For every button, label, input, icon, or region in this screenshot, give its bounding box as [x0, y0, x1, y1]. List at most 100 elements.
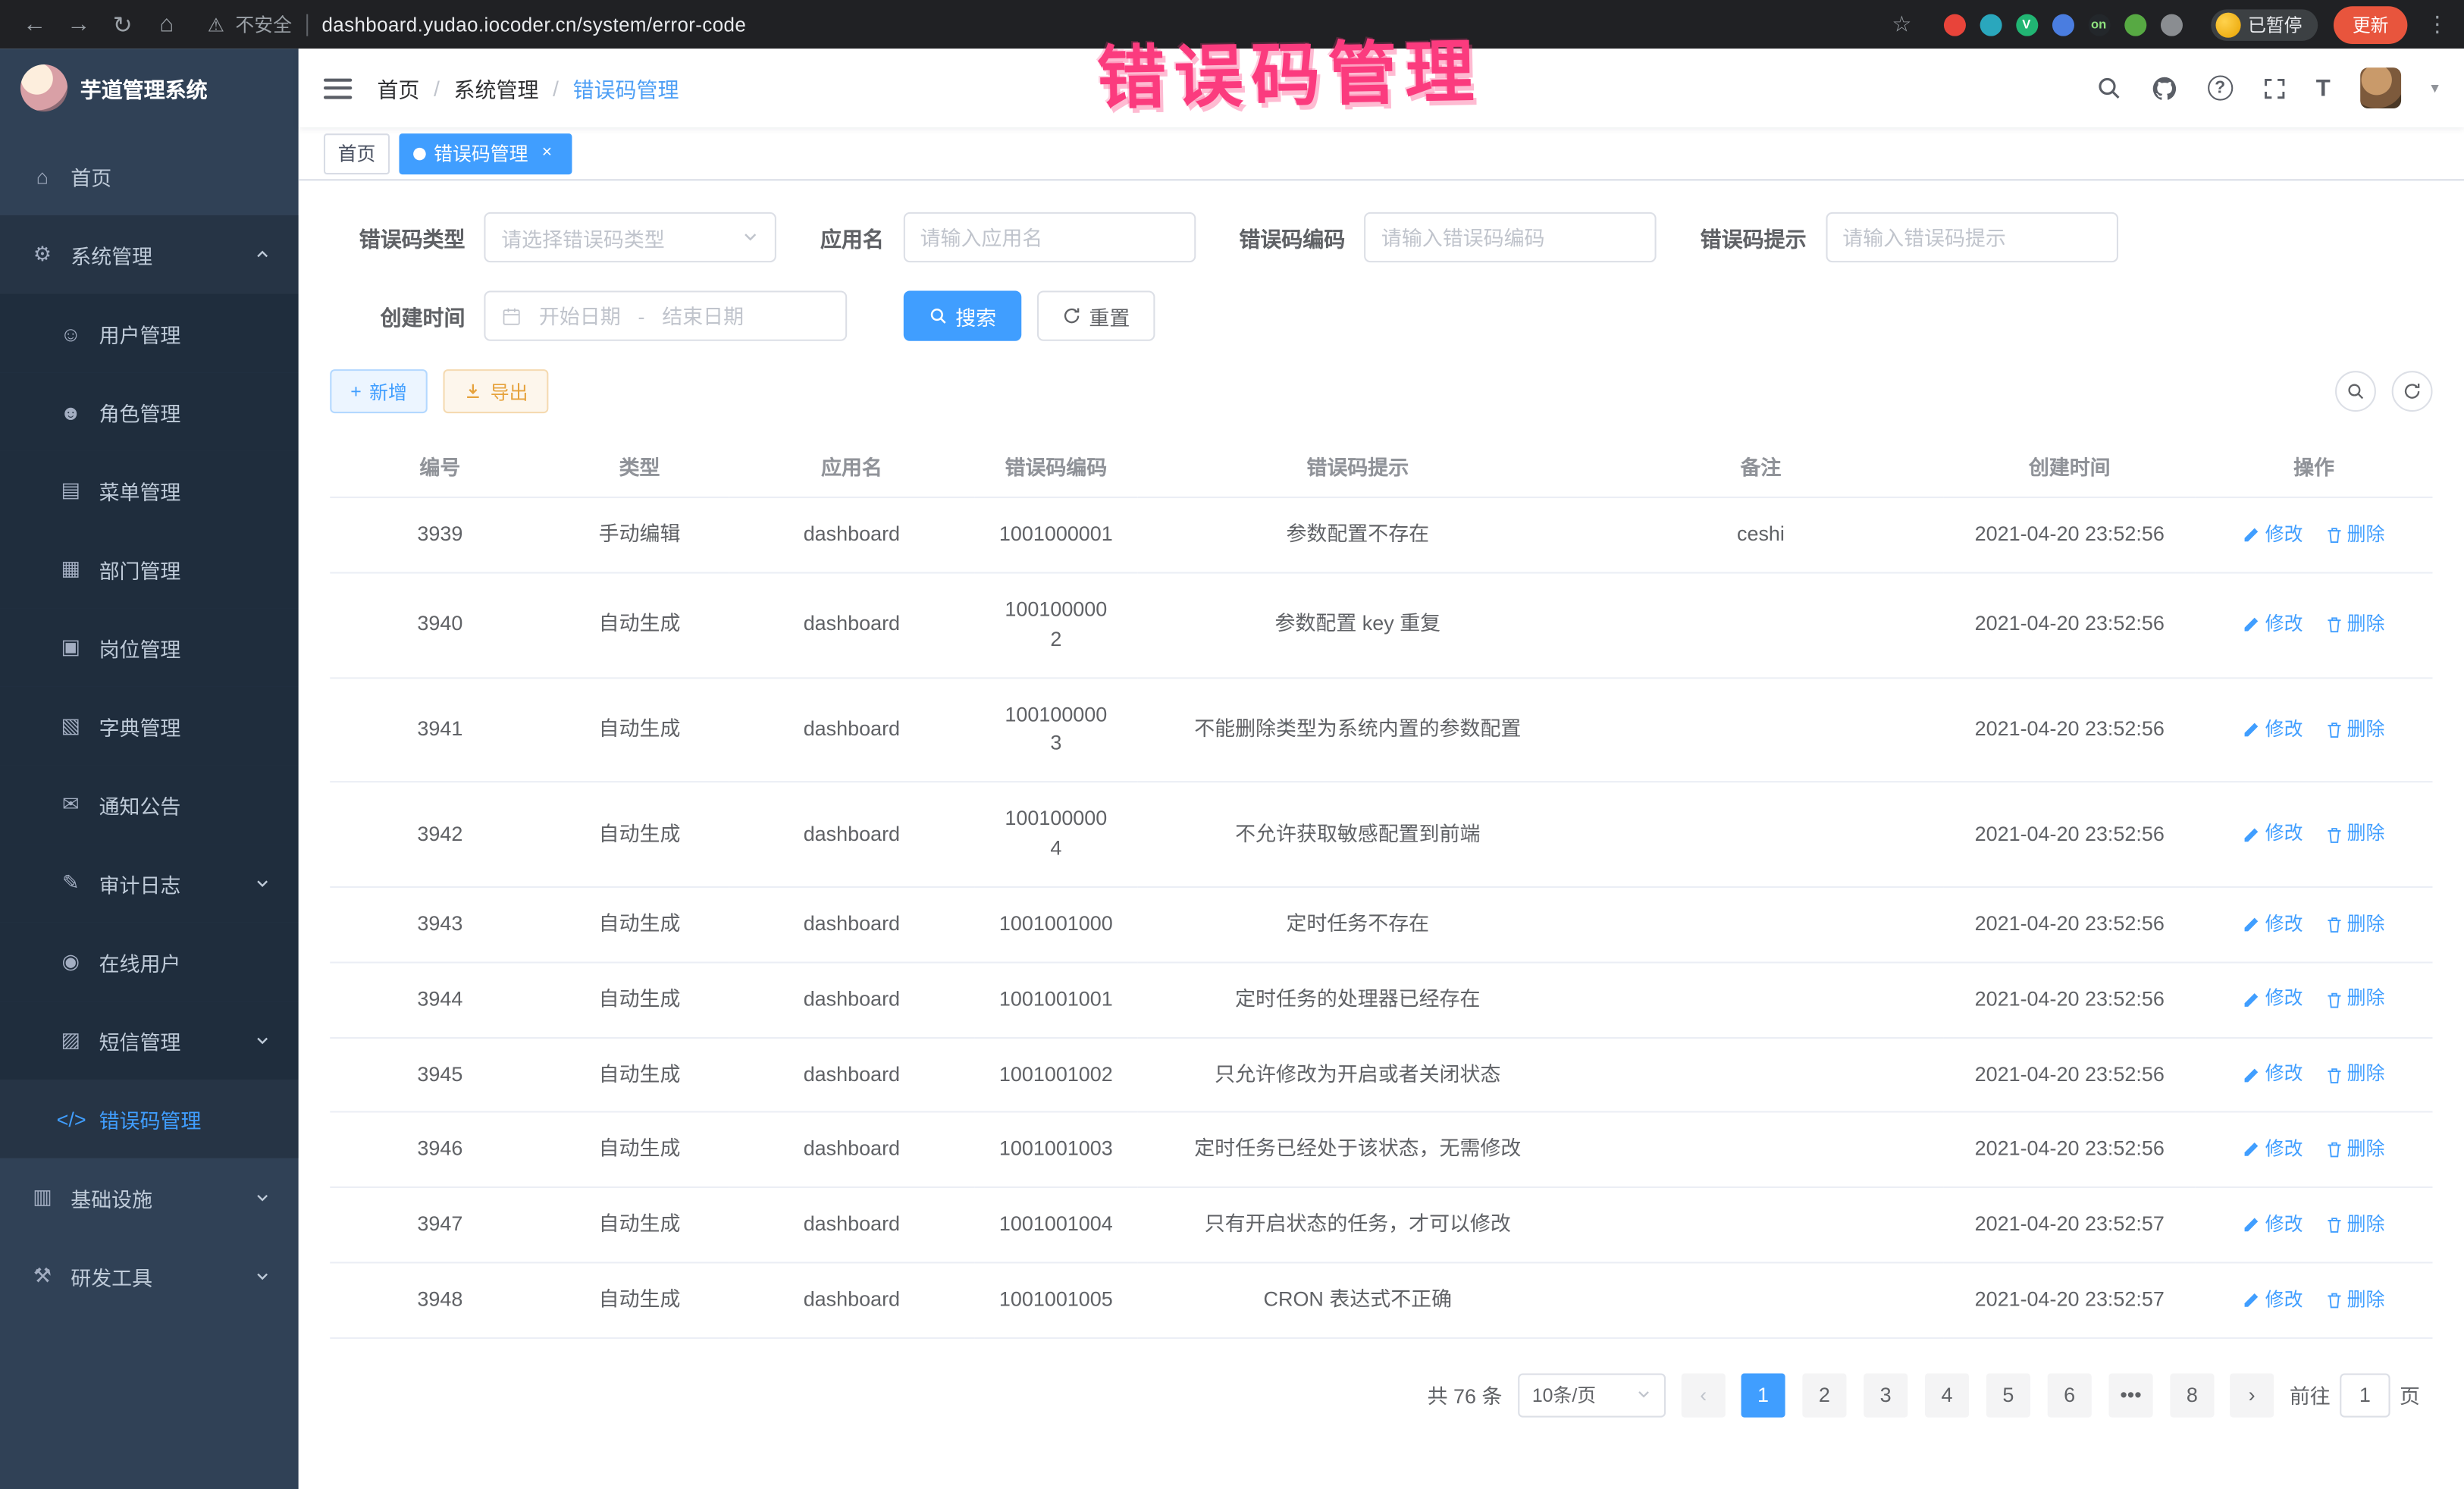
delete-link[interactable]: 删除 [2325, 611, 2385, 638]
pager-page-1[interactable]: 1 [1741, 1373, 1785, 1417]
profile-chip[interactable]: 已暂停 [2210, 8, 2318, 39]
extension-leaf-icon[interactable] [2124, 14, 2146, 36]
tab-close-icon[interactable]: × [536, 143, 558, 165]
sidebar-item-user[interactable]: ☺ 用户管理 [0, 294, 299, 373]
pager-page-2[interactable]: 2 [1802, 1373, 1846, 1417]
edit-link[interactable]: 修改 [2243, 716, 2303, 743]
delete-link[interactable]: 删除 [2325, 716, 2385, 743]
view-tag[interactable]: 错误码管理 × [399, 133, 572, 174]
toggle-search-button[interactable] [2335, 371, 2376, 412]
error-type-select[interactable]: 请选择错误码类型 [484, 212, 776, 262]
sidebar-item-audit-log[interactable]: ✎ 审计日志 [0, 844, 299, 923]
user-avatar[interactable] [2360, 67, 2401, 108]
forward-icon[interactable]: → [60, 11, 98, 38]
column-header[interactable]: 应用名 [729, 435, 974, 498]
view-tag[interactable]: 首页 [324, 133, 390, 174]
extension-blue-grid-icon[interactable] [2052, 14, 2074, 36]
edit-link[interactable]: 修改 [2243, 611, 2303, 638]
collapse-sidebar-icon[interactable] [324, 78, 352, 99]
delete-link[interactable]: 删除 [2325, 911, 2385, 938]
extension-green-v-icon[interactable]: V [2015, 14, 2037, 36]
breadcrumb-item[interactable]: 系统管理 [454, 72, 539, 103]
extension-red-icon[interactable] [1943, 14, 1965, 36]
breadcrumb-item[interactable]: 首页 [377, 72, 419, 103]
extension-dark-on-icon[interactable]: on [2088, 14, 2110, 36]
prev-page-button[interactable]: ‹ [1682, 1373, 1726, 1417]
column-header[interactable]: 类型 [550, 435, 729, 498]
edit-link[interactable]: 修改 [2243, 1061, 2303, 1089]
edit-link[interactable]: 修改 [2243, 1287, 2303, 1314]
edit-link[interactable]: 修改 [2243, 522, 2303, 549]
browser-menu-icon[interactable]: ⋮ [2426, 11, 2448, 38]
extension-puzzle-icon[interactable] [2160, 14, 2182, 36]
delete-link[interactable]: 删除 [2325, 1212, 2385, 1239]
address-bar[interactable]: ⚠ 不安全 dashboard.yudao.iocoder.cn/system/… [208, 11, 1924, 38]
fullscreen-icon[interactable] [2262, 77, 2286, 100]
edit-link[interactable]: 修改 [2243, 986, 2303, 1014]
error-hint-input[interactable] [1842, 225, 2100, 249]
delete-link[interactable]: 删除 [2325, 1061, 2385, 1089]
browser-update-button[interactable]: 更新 [2334, 5, 2407, 43]
pager-more[interactable]: ••• [2108, 1373, 2152, 1417]
pager-page-6[interactable]: 6 [2048, 1373, 2092, 1417]
sidebar-item-home[interactable]: ⌂ 首页 [0, 136, 299, 215]
start-date-input[interactable] [531, 304, 629, 328]
page-size-select[interactable]: 10条/页 [1518, 1373, 1666, 1417]
edit-link[interactable]: 修改 [2243, 821, 2303, 848]
sidebar-item-error-code[interactable]: </> 错误码管理 [0, 1080, 299, 1158]
reload-icon[interactable]: ↻ [104, 10, 142, 38]
pager-page-5[interactable]: 5 [1986, 1373, 2030, 1417]
pager-page-8[interactable]: 8 [2170, 1373, 2214, 1417]
app-name-input[interactable] [920, 225, 1178, 249]
pager-page-3[interactable]: 3 [1864, 1373, 1908, 1417]
search-button[interactable]: 搜索 [904, 290, 1021, 340]
next-page-button[interactable]: › [2230, 1373, 2274, 1417]
column-header[interactable]: 编号 [330, 435, 550, 498]
home-icon[interactable]: ⌂ [148, 11, 186, 38]
security-label[interactable]: 不安全 [235, 11, 292, 38]
column-header[interactable]: 备注 [1578, 435, 1944, 498]
delete-link[interactable]: 删除 [2325, 821, 2385, 848]
search-icon[interactable] [2096, 75, 2121, 100]
sidebar-item-gear[interactable]: ⚙ 系统管理 [0, 215, 299, 294]
reset-button[interactable]: 重置 [1037, 290, 1155, 340]
goto-page-input[interactable] [2340, 1373, 2390, 1417]
help-icon[interactable]: ? [2208, 75, 2233, 100]
pager-page-4[interactable]: 4 [1925, 1373, 1969, 1417]
sidebar-item-sms[interactable]: ▨ 短信管理 [0, 1001, 299, 1080]
bookmark-star-icon[interactable]: ☆ [1892, 11, 1924, 38]
sidebar-logo[interactable]: 芋道管理系统 [0, 49, 299, 127]
delete-link[interactable]: 删除 [2325, 1136, 2385, 1164]
sidebar-item-dev-tools[interactable]: ⚒ 研发工具 [0, 1237, 299, 1315]
column-header[interactable]: 错误码提示 [1138, 435, 1578, 498]
export-button[interactable]: 导出 [444, 369, 549, 413]
sidebar-item-menu-list[interactable]: ▤ 菜单管理 [0, 451, 299, 530]
sidebar-item-infrastructure[interactable]: ▥ 基础设施 [0, 1158, 299, 1237]
edit-link[interactable]: 修改 [2243, 1212, 2303, 1239]
avatar-caret-icon[interactable]: ▾ [2431, 80, 2438, 97]
edit-link[interactable]: 修改 [2243, 911, 2303, 938]
sidebar-item-notice[interactable]: ✉ 通知公告 [0, 765, 299, 844]
extension-teal-icon[interactable] [1980, 14, 2002, 36]
date-range-picker[interactable]: - [484, 290, 847, 340]
sidebar-item-online-users[interactable]: ◉ 在线用户 [0, 923, 299, 1002]
delete-link[interactable]: 删除 [2325, 1287, 2385, 1314]
end-date-input[interactable] [654, 304, 752, 328]
edit-link[interactable]: 修改 [2243, 1136, 2303, 1164]
delete-link[interactable]: 删除 [2325, 986, 2385, 1014]
sidebar-item-department[interactable]: ▦ 部门管理 [0, 529, 299, 608]
sidebar-item-dictionary[interactable]: ▧ 字典管理 [0, 687, 299, 766]
sidebar-item-post[interactable]: ▣ 岗位管理 [0, 608, 299, 687]
font-size-icon[interactable]: T [2316, 74, 2331, 101]
back-icon[interactable]: ← [16, 11, 54, 38]
url-text[interactable]: dashboard.yudao.iocoder.cn/system/error-… [321, 14, 746, 36]
column-header[interactable]: 错误码编码 [974, 435, 1138, 498]
column-header[interactable]: 创建时间 [1944, 435, 2196, 498]
error-code-input[interactable] [1381, 225, 1639, 249]
sidebar-item-roles[interactable]: ☻ 角色管理 [0, 372, 299, 451]
column-header[interactable]: 操作 [2196, 435, 2433, 498]
add-button[interactable]: + 新增 [330, 369, 428, 413]
delete-link[interactable]: 删除 [2325, 522, 2385, 549]
refresh-table-button[interactable] [2392, 371, 2433, 412]
github-icon[interactable] [2151, 74, 2177, 101]
